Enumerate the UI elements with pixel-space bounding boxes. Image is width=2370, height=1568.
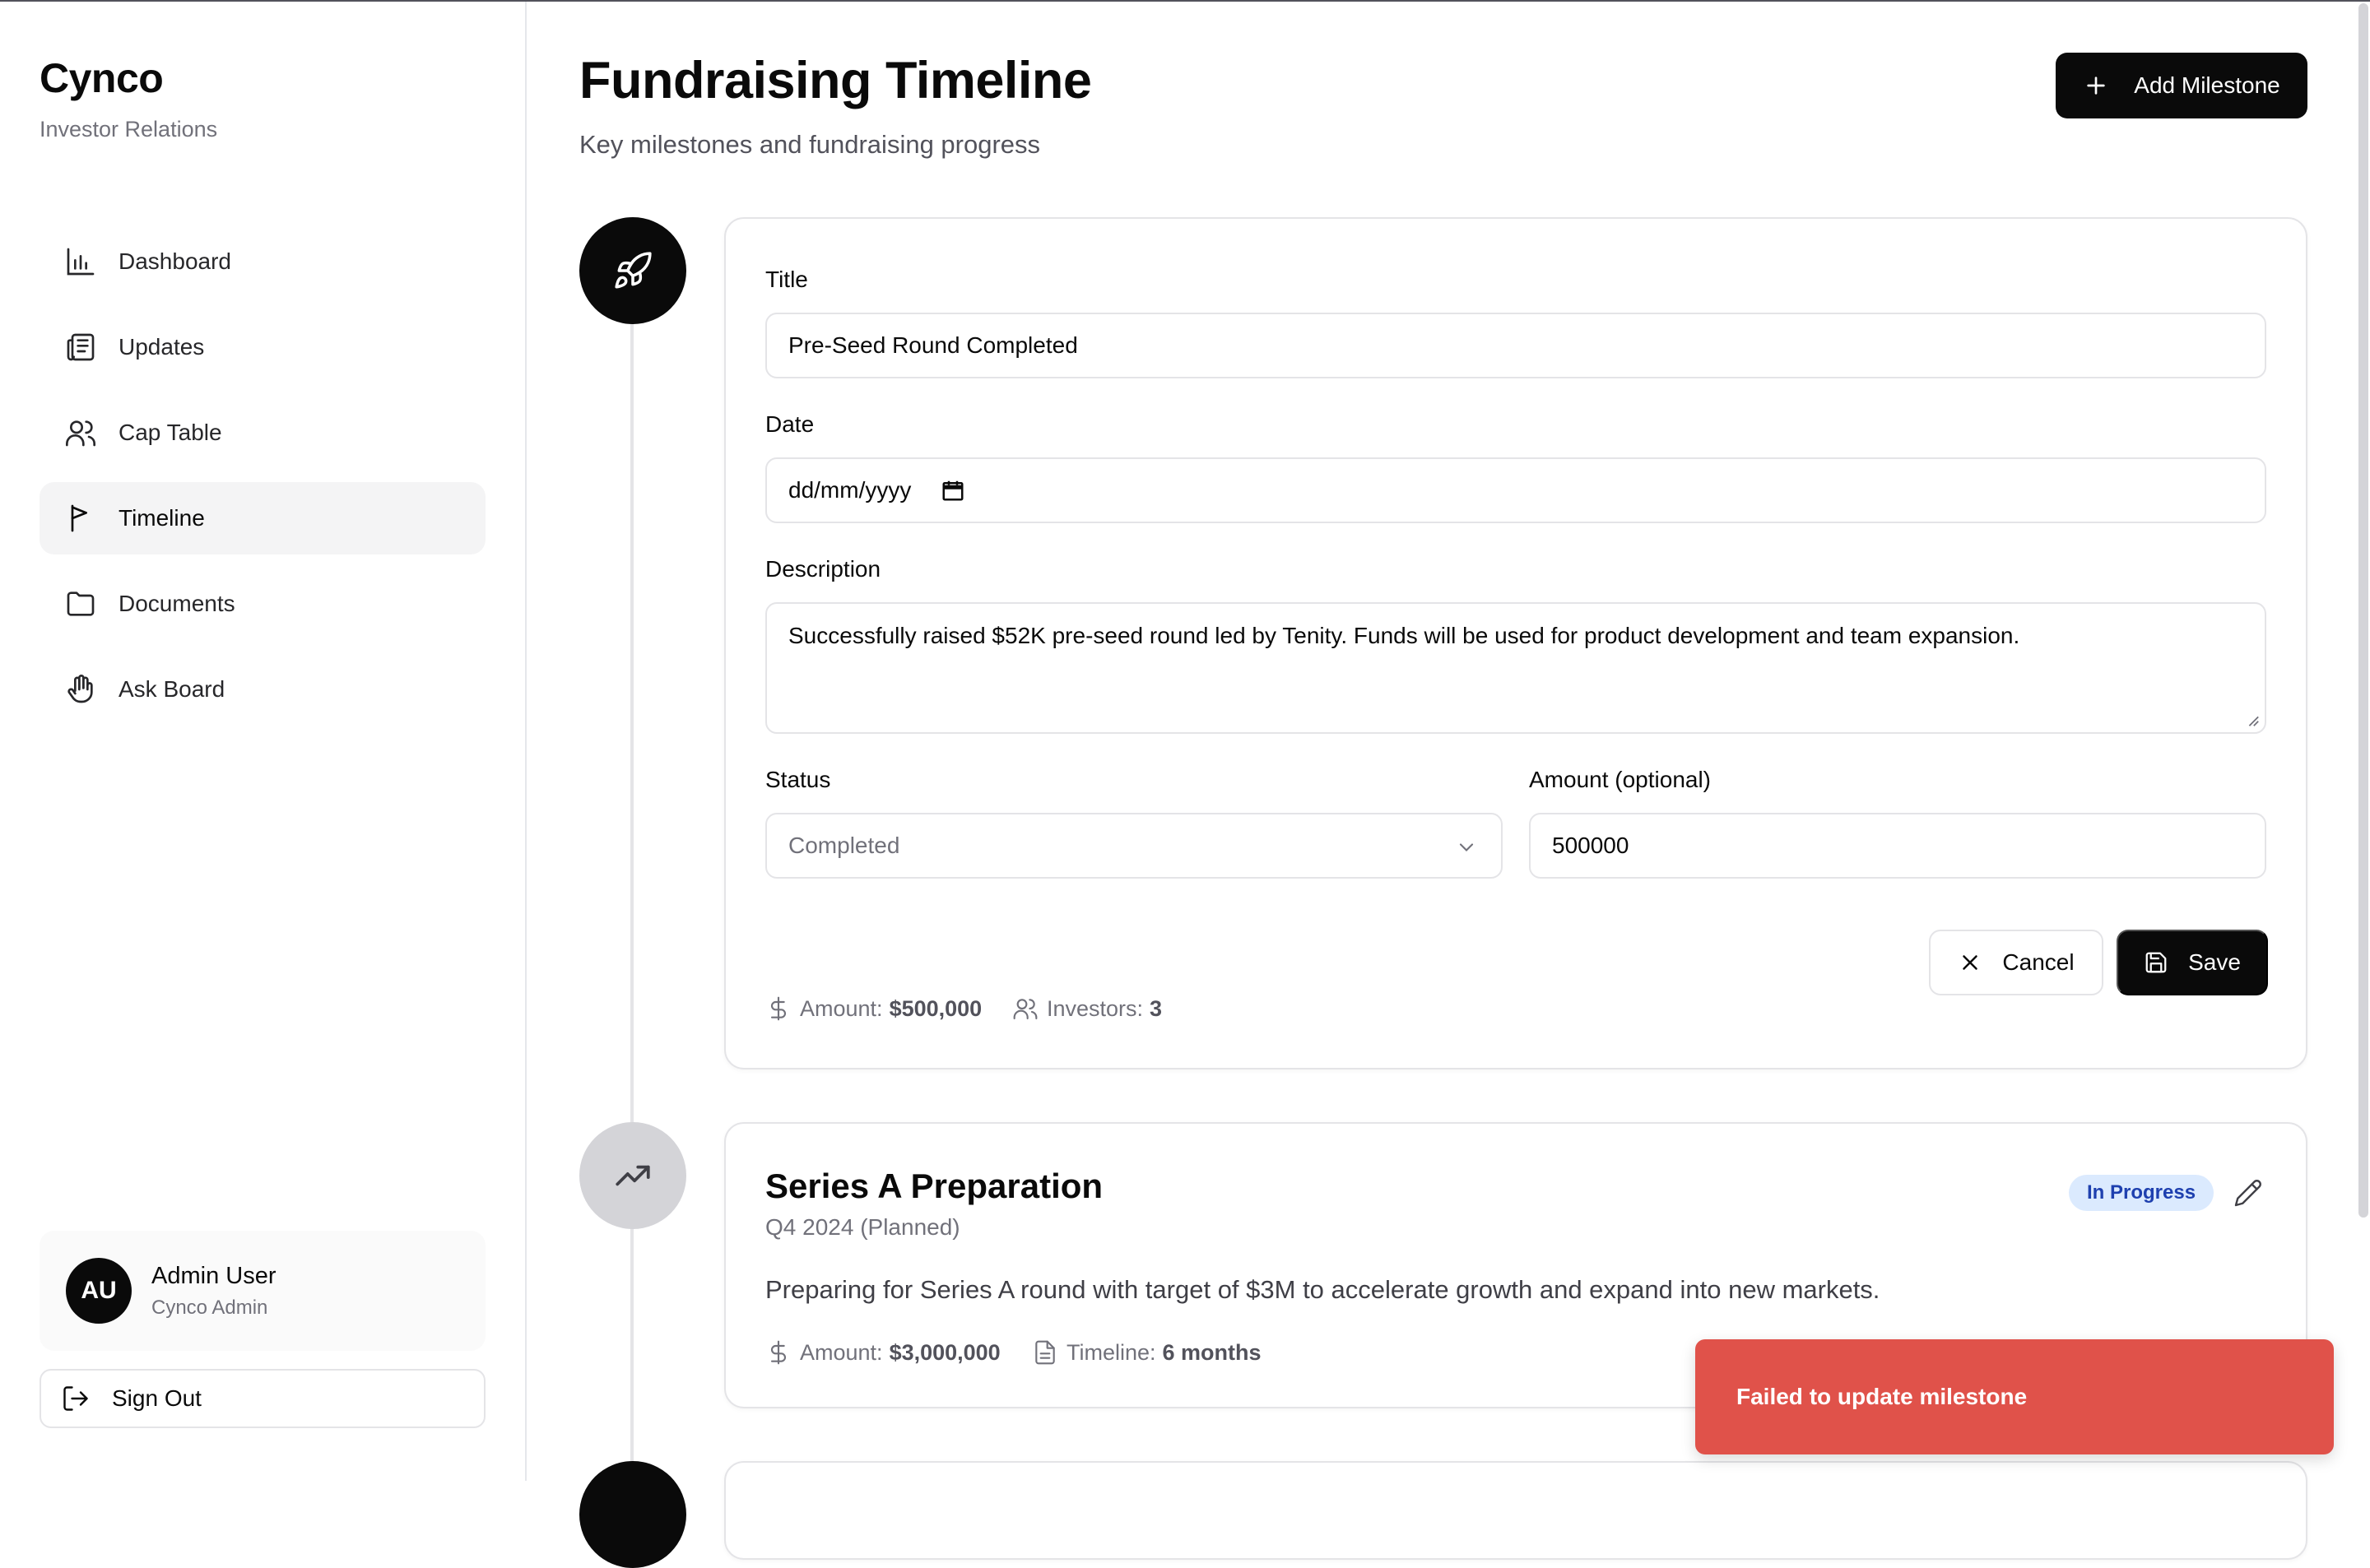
- title-input-value: Pre-Seed Round Completed: [788, 332, 1078, 358]
- sign-out-label: Sign Out: [112, 1385, 202, 1411]
- date-input-placeholder: dd/mm/yyyy: [788, 477, 912, 503]
- sidebar-item-label: Cap Table: [118, 420, 222, 445]
- calendar-icon[interactable]: [941, 478, 965, 503]
- cancel-button[interactable]: Cancel: [1929, 930, 2103, 995]
- title-label: Title: [765, 267, 808, 292]
- add-milestone-button[interactable]: Add Milestone: [2056, 53, 2307, 118]
- cancel-label: Cancel: [2002, 949, 2075, 975]
- sidebar: Cynco Investor Relations Dashboard Updat…: [0, 2, 527, 1481]
- meta-timeline-label: Timeline:: [1066, 1339, 1156, 1365]
- resize-handle-icon[interactable]: [2245, 712, 2260, 727]
- meta-amount-value: $500,000: [889, 995, 983, 1021]
- meta-timeline-value: 6 months: [1162, 1339, 1262, 1365]
- toast-message: Failed to update milestone: [1736, 1384, 2028, 1409]
- meta-amount-value: $3,000,000: [889, 1339, 1001, 1365]
- sidebar-item-dashboard[interactable]: Dashboard: [40, 225, 486, 298]
- users-icon: [1013, 999, 1038, 1020]
- trending-up-icon: [616, 1165, 650, 1186]
- milestone-description: Preparing for Series A round with target…: [765, 1275, 1880, 1304]
- date-label: Date: [765, 411, 815, 437]
- chevron-down-icon: [1459, 843, 1474, 851]
- amount-input[interactable]: 500000: [1529, 813, 2266, 879]
- error-toast[interactable]: Failed to update milestone: [1695, 1339, 2334, 1454]
- amount-label: Amount (optional): [1529, 767, 1712, 792]
- sign-out-button[interactable]: Sign Out: [40, 1369, 486, 1428]
- sidebar-item-label: Documents: [118, 591, 235, 616]
- timeline-node-rocket: [579, 217, 686, 324]
- save-label: Save: [2188, 949, 2241, 975]
- save-icon: [2145, 952, 2167, 973]
- sidebar-item-label: Timeline: [118, 505, 205, 531]
- close-icon: [1963, 955, 1978, 970]
- rocket-icon: [615, 252, 652, 289]
- bar-chart-icon: [64, 245, 97, 278]
- users-icon: [64, 416, 97, 449]
- sidebar-item-label: Updates: [118, 334, 205, 360]
- flag-icon: [64, 502, 97, 535]
- sidebar-item-label: Ask Board: [118, 676, 225, 702]
- page-title: Fundraising Timeline: [579, 52, 1092, 109]
- meta-amount: Amount: $500,000: [765, 995, 982, 1022]
- milestone-edit-card: Title Pre-Seed Round Completed Date dd/m…: [724, 217, 2307, 1069]
- timeline-line: [630, 271, 634, 1481]
- sidebar-item-cap-table[interactable]: Cap Table: [40, 397, 486, 469]
- brand-name: Cynco: [40, 55, 164, 101]
- status-select-value: Completed: [788, 833, 900, 858]
- user-name: Admin User: [151, 1262, 276, 1289]
- scrollbar[interactable]: [2358, 3, 2368, 1218]
- sidebar-item-label: Dashboard: [118, 248, 231, 274]
- sidebar-item-documents[interactable]: Documents: [40, 568, 486, 640]
- save-button[interactable]: Save: [2117, 930, 2268, 995]
- dollar-icon: [770, 1340, 786, 1365]
- timeline-node-trending: [579, 1122, 686, 1229]
- user-card: AU Admin User Cynco Admin: [40, 1231, 486, 1351]
- user-role: Cynco Admin: [151, 1296, 268, 1319]
- hand-icon: [64, 673, 97, 706]
- file-text-icon: [1035, 1340, 1055, 1365]
- milestone-card: [724, 1461, 2307, 1560]
- milestone-date: Q4 2024 (Planned): [765, 1214, 960, 1240]
- sidebar-item-ask-board[interactable]: Ask Board: [40, 653, 486, 726]
- date-input[interactable]: dd/mm/yyyy: [765, 457, 2266, 523]
- timeline-node: [579, 1461, 686, 1568]
- meta-amount: Amount: $3,000,000: [765, 1339, 1001, 1366]
- milestone-title: Series A Preparation: [765, 1167, 1104, 1205]
- avatar: AU: [66, 1258, 132, 1324]
- sidebar-item-updates[interactable]: Updates: [40, 311, 486, 383]
- newspaper-icon: [64, 331, 97, 364]
- status-select[interactable]: Completed: [765, 813, 1503, 879]
- page-subtitle: Key milestones and fundraising progress: [579, 130, 1041, 159]
- meta-investors: Investors: 3: [1012, 995, 1162, 1022]
- description-value: Successfully raised $52K pre-seed round …: [788, 623, 2020, 648]
- amount-input-value: 500000: [1552, 833, 1629, 858]
- status-label: Status: [765, 767, 831, 792]
- pencil-icon[interactable]: [2233, 1178, 2263, 1208]
- description-label: Description: [765, 556, 881, 582]
- folder-icon: [64, 587, 97, 620]
- sidebar-item-timeline[interactable]: Timeline: [40, 482, 486, 554]
- description-textarea[interactable]: Successfully raised $52K pre-seed round …: [765, 602, 2266, 734]
- brand-subtitle: Investor Relations: [40, 117, 218, 141]
- sidebar-nav: Dashboard Updates Cap Table Timeline Doc…: [40, 225, 486, 739]
- meta-timeline: Timeline: 6 months: [1032, 1339, 1262, 1366]
- plus-icon: [2087, 77, 2105, 95]
- title-input[interactable]: Pre-Seed Round Completed: [765, 313, 2266, 378]
- meta-investors-label: Investors:: [1047, 995, 1144, 1021]
- add-milestone-label: Add Milestone: [2134, 72, 2280, 98]
- status-badge: In Progress: [2069, 1175, 2214, 1211]
- dollar-icon: [770, 996, 786, 1021]
- meta-amount-label: Amount:: [800, 995, 883, 1021]
- meta-investors-value: 3: [1150, 995, 1163, 1021]
- meta-amount-label: Amount:: [800, 1339, 883, 1365]
- log-out-icon: [63, 1386, 88, 1411]
